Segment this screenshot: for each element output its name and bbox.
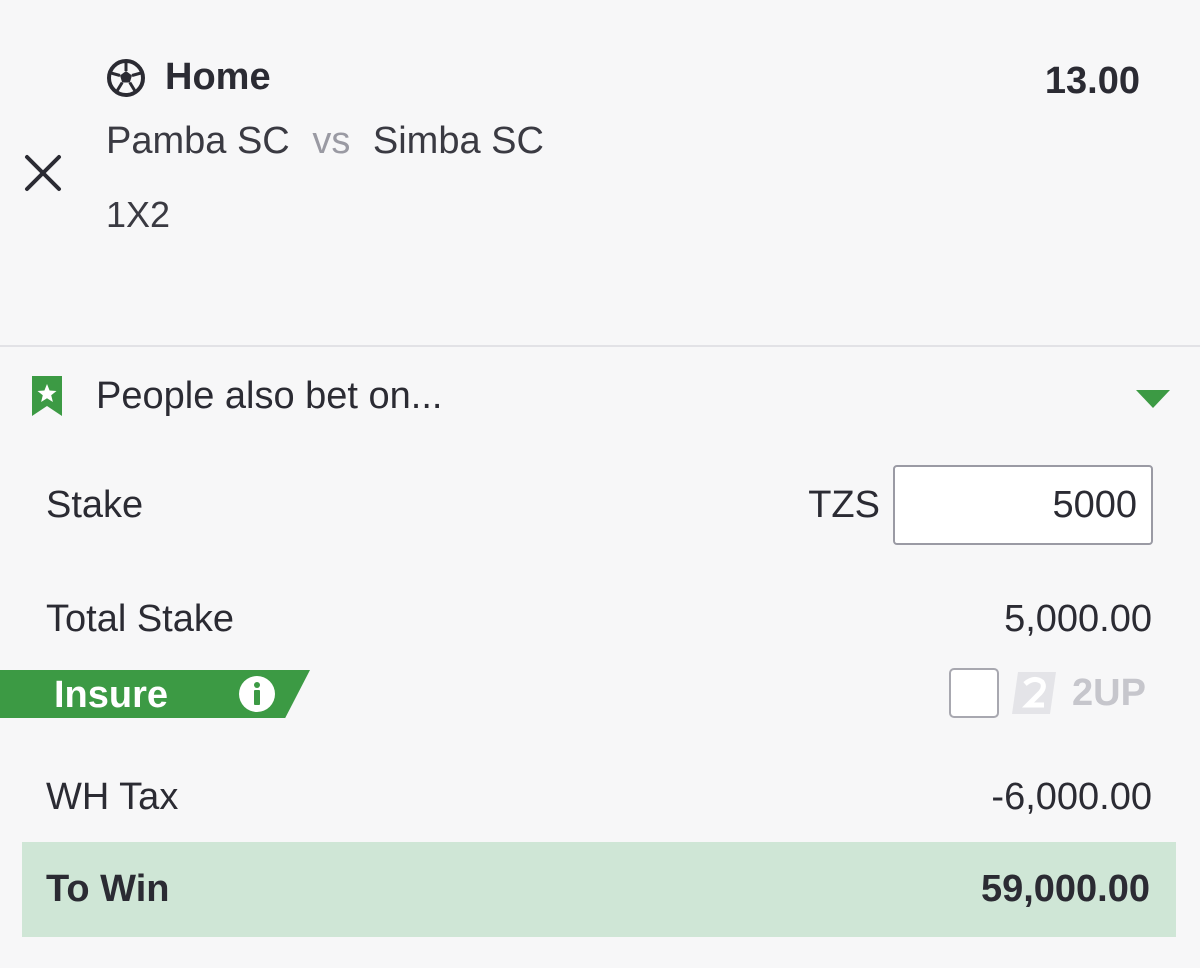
wh-tax-value: -6,000.00: [991, 776, 1152, 818]
selection-odds: 13.00: [1044, 60, 1140, 102]
selection-pick: Home: [165, 56, 271, 98]
home-team: Pamba SC: [106, 120, 290, 162]
stake-currency: TZS: [808, 484, 880, 526]
close-icon: [25, 155, 61, 191]
to-win-row: To Win 59,000.00: [22, 842, 1176, 937]
total-stake-value: 5,000.00: [1004, 598, 1152, 640]
section-divider: [0, 345, 1200, 347]
vs-separator: vs: [312, 120, 351, 162]
stake-input[interactable]: [893, 465, 1153, 545]
market-name: 1X2: [106, 194, 171, 235]
two-up-logo-icon: [1012, 672, 1056, 714]
bet-slip: Home 13.00 Pamba SC vs Simba SC 1X2 Peop…: [0, 0, 1200, 968]
people-also-bet-label: People also bet on...: [96, 374, 443, 417]
to-win-value: 59,000.00: [980, 868, 1150, 910]
selection-title: Home: [106, 56, 271, 99]
info-icon[interactable]: [238, 675, 276, 713]
people-also-bet-toggle[interactable]: People also bet on...: [30, 374, 442, 418]
soccer-ball-icon: [107, 58, 145, 97]
caret-down-icon[interactable]: [1136, 390, 1170, 408]
insure-label: Insure: [54, 674, 169, 716]
match-teams: Pamba SC vs Simba SC: [106, 120, 544, 163]
two-up-checkbox[interactable]: [949, 668, 999, 718]
bookmark-star-icon: [32, 376, 62, 416]
to-win-label: To Win: [46, 868, 170, 910]
wh-tax-label: WH Tax: [46, 776, 179, 818]
stake-label: Stake: [46, 484, 144, 526]
remove-selection-button[interactable]: [20, 150, 66, 196]
two-up-label: 2UP: [1072, 672, 1146, 714]
total-stake-label: Total Stake: [46, 598, 234, 640]
away-team: Simba SC: [372, 120, 544, 162]
insure-banner[interactable]: Insure: [0, 670, 310, 718]
